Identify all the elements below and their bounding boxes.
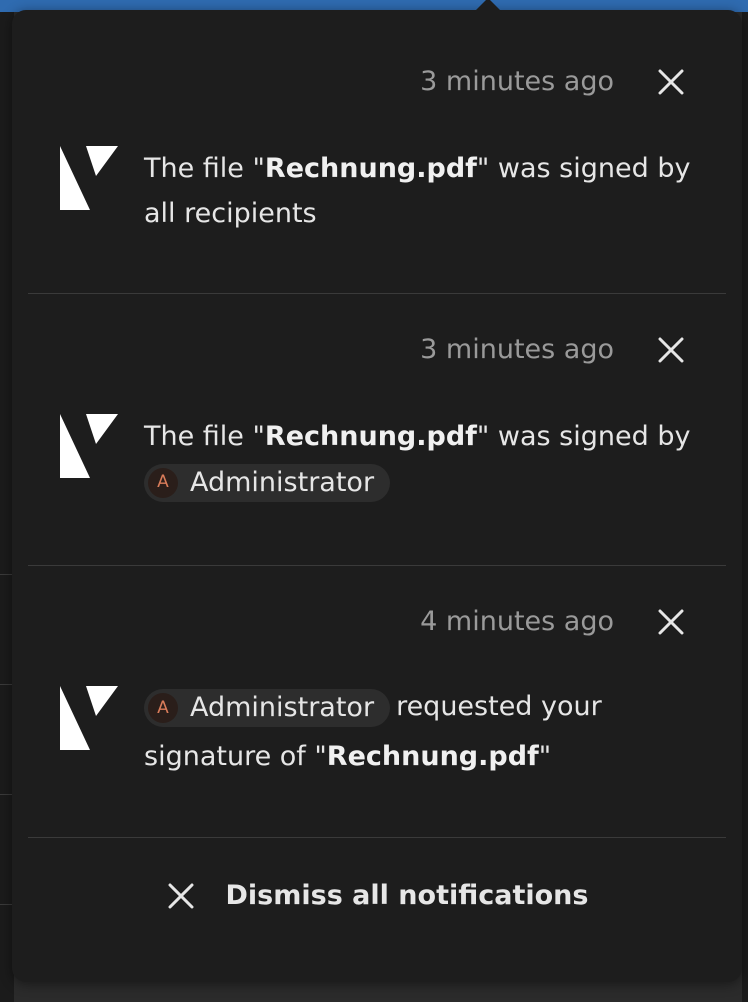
user-chip[interactable]: A Administrator — [144, 463, 391, 502]
file-name: Rechnung.pdf — [326, 741, 539, 772]
message-text: " was signed by — [476, 153, 691, 184]
message-text: all recipients — [144, 198, 317, 229]
close-icon — [658, 337, 684, 363]
close-icon — [658, 69, 684, 95]
avatar: A — [148, 692, 178, 723]
notification-item: 3 minutes ago The file "Rechnung.pdf" wa… — [28, 10, 726, 293]
notification-message: The file "Rechnung.pdf" was signed by al… — [144, 146, 704, 236]
file-name: Rechnung.pdf — [264, 421, 477, 452]
close-icon — [658, 609, 684, 635]
avatar: A — [148, 467, 178, 498]
notification-message: The file "Rechnung.pdf" was signed by A … — [144, 414, 704, 504]
dismiss-all-label: Dismiss all notifications — [225, 880, 589, 911]
file-name: Rechnung.pdf — [264, 153, 477, 184]
notifications-popover: 3 minutes ago The file "Rechnung.pdf" wa… — [12, 0, 742, 982]
user-name: Administrator — [190, 691, 375, 723]
sign-app-icon — [60, 146, 124, 210]
message-text: The file " — [144, 153, 265, 184]
sign-app-icon — [60, 686, 124, 750]
message-text: " — [538, 741, 552, 772]
sign-app-icon — [60, 414, 124, 478]
dismiss-notification-button[interactable] — [656, 335, 686, 365]
user-name: Administrator — [190, 467, 375, 498]
message-text: The file " — [144, 421, 265, 452]
dismiss-notification-button[interactable] — [656, 67, 686, 97]
notification-time: 3 minutes ago — [420, 66, 614, 97]
notification-item: 3 minutes ago The file "Rechnung.pdf" wa… — [28, 294, 726, 565]
dismiss-all-button[interactable]: Dismiss all notifications — [12, 880, 742, 911]
message-text: requested your — [396, 691, 602, 722]
notification-time: 4 minutes ago — [420, 606, 614, 637]
notification-message: A Administrator requested your signature… — [144, 682, 704, 782]
dismiss-notification-button[interactable] — [656, 607, 686, 637]
notification-item: 4 minutes ago A Administrator requested … — [28, 566, 726, 837]
close-icon — [166, 881, 196, 911]
background-content-right — [742, 12, 748, 1002]
notification-time: 3 minutes ago — [420, 334, 614, 365]
message-text: signature of " — [144, 741, 327, 772]
message-text: " was signed by — [476, 421, 691, 452]
user-chip[interactable]: A Administrator — [144, 688, 391, 727]
notification-divider — [28, 837, 726, 838]
